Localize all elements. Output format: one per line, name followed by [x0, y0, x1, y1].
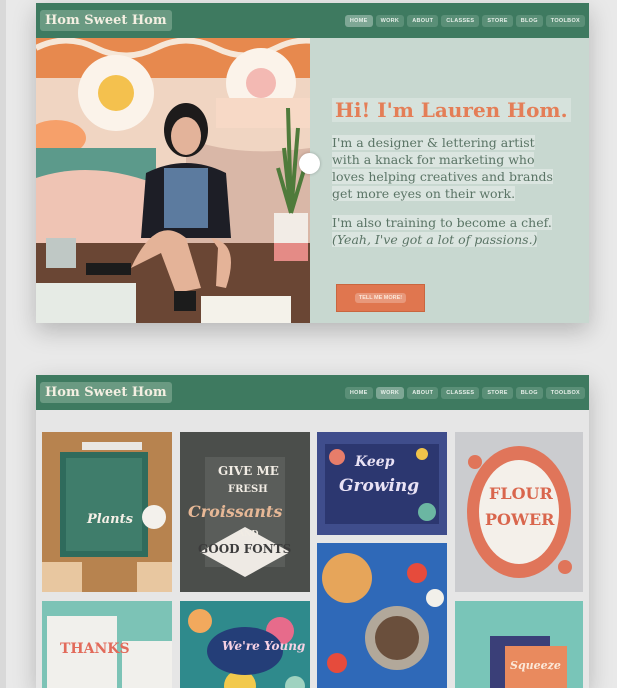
croissant-label-3: Croissants	[188, 502, 283, 521]
nav-store[interactable]: STORE	[482, 14, 513, 27]
page-edge	[0, 0, 6, 688]
nav-home[interactable]: HOME	[344, 386, 373, 399]
portfolio-tile-croissants[interactable]: GIVE ME FRESH Croissants AND GOOD FONTS	[180, 432, 310, 592]
portfolio-tile-keep-growing[interactable]: Keep Growing	[317, 432, 447, 535]
portfolio-tile-thanks[interactable]: THANKS	[42, 601, 172, 688]
hero-intro-paragraph: I'm a designer & lettering artist with a…	[332, 134, 582, 202]
hero-intro-line: get more eyes on their work.	[332, 186, 516, 201]
growing-label: Growing	[339, 476, 420, 496]
nav-classes[interactable]: CLASSES	[441, 386, 480, 399]
portfolio-tile-squeeze[interactable]: Squeeze	[455, 601, 583, 688]
hero-chef-line: I'm also training to become a chef.	[332, 215, 552, 230]
nav-toolbox[interactable]: TOOLBOX	[545, 386, 585, 399]
hero-photo-illustration	[36, 38, 310, 323]
site-logo[interactable]: Hom Sweet Hom	[40, 382, 172, 403]
nav-work[interactable]: WORK	[375, 14, 405, 27]
hero-photo	[36, 38, 310, 323]
nav-home[interactable]: HOME	[344, 14, 373, 27]
portfolio-tile-burger[interactable]	[317, 543, 447, 688]
top-nav-bar: Hom Sweet Hom HOME WORK ABOUT CLASSES ST…	[36, 3, 589, 38]
tell-me-more-button[interactable]: TELL ME MORE!	[336, 284, 425, 312]
squeeze-artwork	[490, 636, 567, 688]
nav-store[interactable]: STORE	[482, 386, 513, 399]
nav-blog[interactable]: BLOG	[515, 14, 543, 27]
nav-work[interactable]: WORK	[375, 386, 405, 399]
were-young-label: We're Young	[222, 639, 306, 653]
portfolio-tile-flour-power[interactable]: FLOUR POWER	[455, 432, 583, 592]
flour-label: FLOUR	[489, 484, 553, 503]
nav-blog[interactable]: BLOG	[515, 386, 543, 399]
hero-chef-paragraph: I'm also training to become a chef. (Yea…	[332, 214, 582, 248]
croissant-label-2: FRESH	[228, 484, 268, 495]
tell-me-more-label: TELL ME MORE!	[354, 293, 407, 303]
keep-label: Keep	[355, 454, 395, 470]
mouse-cursor	[299, 153, 320, 174]
thanks-label: THANKS	[60, 641, 130, 657]
site-logo[interactable]: Hom Sweet Hom	[40, 10, 172, 31]
bottom-nav-links: HOME WORK ABOUT CLASSES STORE BLOG TOOLB…	[344, 386, 585, 399]
hero-intro-line: with a knack for marketing who	[332, 152, 535, 167]
croissant-label-4: AND	[238, 528, 259, 538]
burger-artwork	[322, 553, 444, 673]
nav-about[interactable]: ABOUT	[407, 386, 439, 399]
power-label: POWER	[485, 510, 555, 529]
hero-intro-line: loves helping creatives and brands	[332, 169, 553, 184]
hero-intro-line: I'm a designer & lettering artist	[332, 135, 535, 150]
nav-toolbox[interactable]: TOOLBOX	[545, 14, 585, 27]
plants-label: Plants	[87, 512, 133, 527]
hero-text-block: Hi! I'm Lauren Hom. I'm a designer & let…	[332, 98, 582, 248]
hero-chef-line-italic: (Yeah, I've got a lot of passions.)	[332, 232, 538, 247]
bottom-nav-bar: Hom Sweet Hom HOME WORK ABOUT CLASSES ST…	[36, 375, 589, 410]
nav-classes[interactable]: CLASSES	[441, 14, 480, 27]
croissant-label-1: GIVE ME	[218, 464, 279, 478]
croissant-label-5: GOOD FONTS	[198, 542, 292, 556]
hero-section: Hi! I'm Lauren Hom. I'm a designer & let…	[36, 38, 589, 323]
portfolio-tile-plants[interactable]: Plants	[42, 432, 172, 592]
nav-about[interactable]: ABOUT	[407, 14, 439, 27]
squeeze-label: Squeeze	[510, 659, 561, 672]
hero-title: Hi! I'm Lauren Hom.	[332, 98, 571, 122]
portfolio-tile-were-young[interactable]: We're Young	[180, 601, 310, 688]
work-page-screenshot: Hom Sweet Hom HOME WORK ABOUT CLASSES ST…	[36, 375, 589, 688]
top-nav-links: HOME WORK ABOUT CLASSES STORE BLOG TOOLB…	[344, 14, 585, 27]
